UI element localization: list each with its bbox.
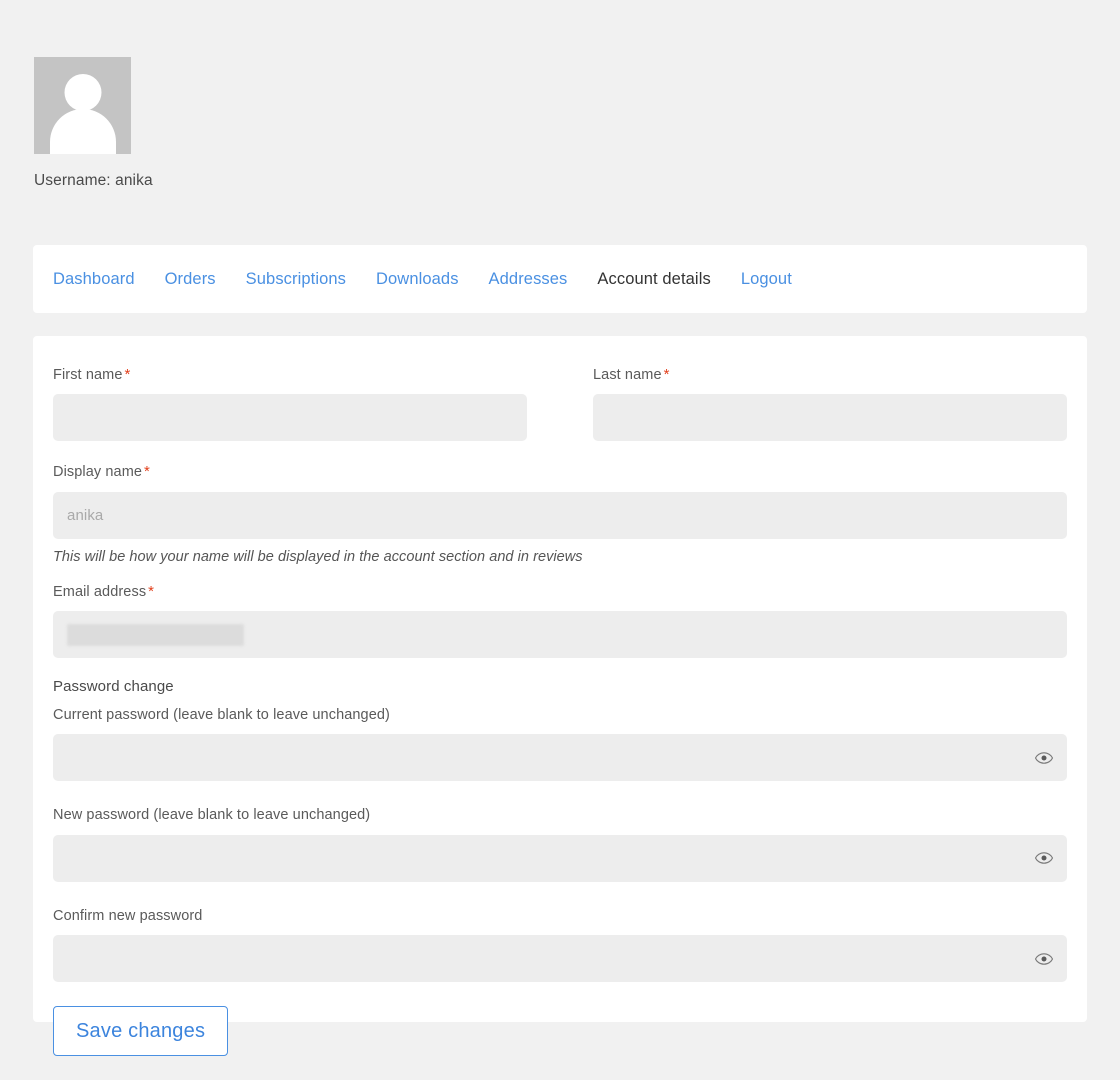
nav-item-logout[interactable]: Logout (741, 266, 792, 293)
account-details-page: Username: anika Dashboard Orders Subscri… (0, 0, 1120, 1080)
display-name-label: Display name * (53, 463, 1067, 481)
avatar-body-shape (49, 109, 116, 154)
new-password-input[interactable] (67, 848, 1053, 868)
nav-item-addresses[interactable]: Addresses (489, 266, 568, 293)
account-details-form-card: First name* Last name* Display name* (33, 336, 1087, 1057)
required-asterisk: * (148, 582, 155, 600)
account-navigation: Dashboard Orders Subscriptions Downloads… (33, 245, 1087, 313)
confirm-password-label: Confirm new password (53, 907, 203, 924)
current-password-label: Current password (leave blank to leave u… (53, 707, 390, 724)
required-asterisk: * (124, 366, 131, 383)
last-name-field: Last name * (593, 366, 1067, 442)
first-name-label: First name * (53, 366, 527, 384)
eye-icon[interactable] (1035, 849, 1053, 867)
last-name-input[interactable] (607, 408, 1053, 428)
account-header: Username: anika (34, 57, 634, 190)
eye-icon[interactable] (1035, 749, 1053, 767)
email-address-label-text: Email address (53, 583, 147, 600)
current-password-field: Current password (leave blank to leave u… (53, 707, 1067, 782)
last-name-label: Last name * (593, 366, 1067, 384)
name-row: First name * Last name * (53, 366, 1067, 442)
nav-item-orders[interactable]: Orders (165, 266, 216, 293)
username-label: Username: anika (34, 172, 153, 189)
required-asterisk: * (663, 366, 670, 383)
first-name-input-wrapper[interactable] (53, 394, 527, 442)
last-name-label-text: Last name (593, 367, 662, 383)
current-password-input-wrapper[interactable] (53, 734, 1067, 782)
nav-item-dashboard[interactable]: Dashboard (53, 266, 135, 293)
display-name-help-text: This will be how your name will be displ… (53, 548, 583, 565)
display-name-field: Display name * anika This will be how you… (53, 463, 1067, 566)
new-password-input-wrapper[interactable] (53, 834, 1067, 882)
avatar-head-shape (64, 74, 101, 111)
display-name-input-wrapper[interactable]: anika (53, 491, 1067, 539)
nav-item-subscriptions[interactable]: Subscriptions (246, 266, 346, 293)
new-password-label: New password (leave blank to leave uncha… (53, 807, 371, 824)
password-change-heading: Password change (53, 678, 174, 696)
first-name-input[interactable] (67, 408, 513, 428)
form-actions: Save changes (53, 1006, 1067, 1066)
confirm-password-field: Confirm new password (53, 907, 1067, 983)
display-name-input[interactable]: anika (67, 507, 103, 524)
email-address-input-wrapper[interactable] (53, 611, 1067, 659)
confirm-password-input[interactable] (67, 949, 1053, 969)
eye-icon[interactable] (1035, 950, 1053, 968)
save-changes-button[interactable]: Save changes (53, 1006, 229, 1057)
new-password-field: New password (leave blank to leave uncha… (53, 807, 1067, 882)
first-name-label-text: First name (53, 367, 123, 383)
current-password-input[interactable] (67, 748, 1053, 768)
required-asterisk: * (144, 463, 150, 481)
user-avatar-placeholder-icon (34, 57, 131, 154)
account-nav-card: Dashboard Orders Subscriptions Downloads… (33, 245, 1087, 313)
email-address-field: Email address * (53, 583, 1067, 659)
first-name-field: First name * (53, 366, 527, 442)
account-details-form: First name* Last name* Display name* (33, 336, 1087, 1066)
confirm-password-input-wrapper[interactable] (53, 935, 1067, 983)
nav-item-account-details[interactable]: Account details (597, 266, 710, 293)
last-name-input-wrapper[interactable] (593, 394, 1067, 442)
email-address-label: Email address * (53, 583, 1067, 601)
email-address-redacted-value[interactable] (67, 623, 244, 646)
nav-item-downloads[interactable]: Downloads (376, 266, 459, 293)
display-name-label-text: Display name (53, 464, 143, 481)
